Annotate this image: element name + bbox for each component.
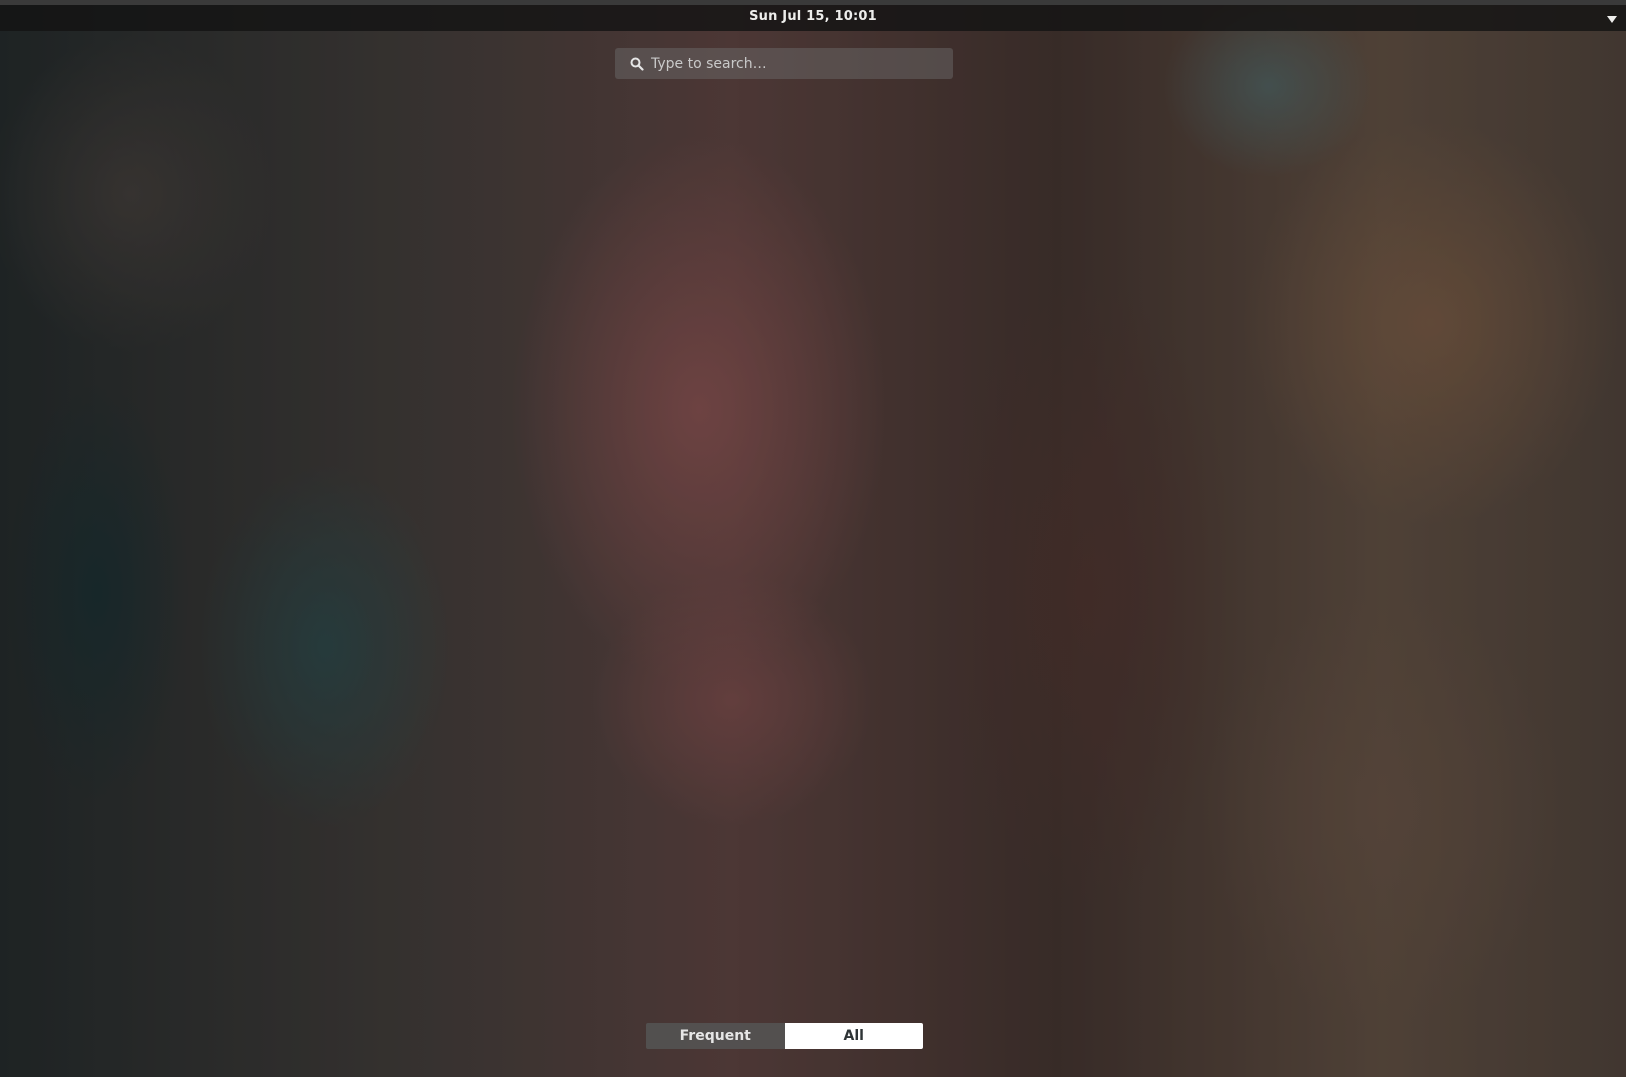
- search-icon: [630, 56, 644, 71]
- tab-all-label: All: [843, 1028, 864, 1044]
- search-input[interactable]: [651, 48, 941, 79]
- tab-frequent-label: Frequent: [679, 1028, 751, 1044]
- app-view-switcher: Frequent All: [646, 1023, 923, 1049]
- system-menu-button[interactable]: [1604, 11, 1620, 25]
- tab-frequent[interactable]: Frequent: [646, 1023, 785, 1049]
- triangle-down-icon: [1606, 9, 1618, 28]
- clock-button[interactable]: Sun Jul 15, 10:01: [749, 9, 877, 24]
- overview-dim-overlay: [0, 0, 1626, 1077]
- desktop: Sun Jul 15, 10:01 Frequent All: [0, 0, 1626, 1077]
- tab-all[interactable]: All: [784, 1023, 923, 1049]
- search-box[interactable]: [615, 48, 953, 79]
- top-bar: Sun Jul 15, 10:01: [0, 0, 1626, 31]
